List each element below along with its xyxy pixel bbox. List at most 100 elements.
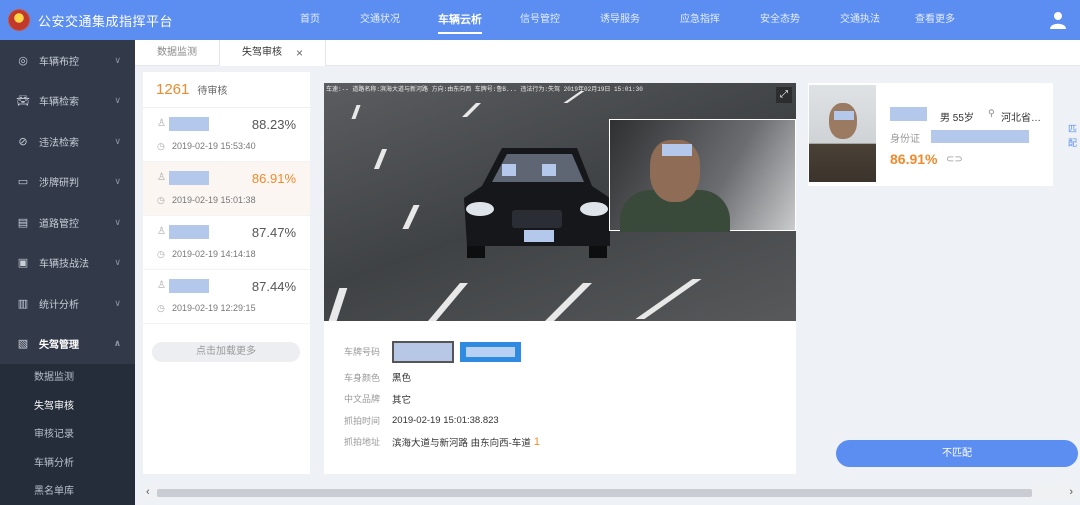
- license-icon: ▧: [17, 338, 29, 351]
- redacted-name: [169, 225, 209, 239]
- expand-icon[interactable]: ⤢: [776, 87, 792, 103]
- submenu-vehicle-analysis[interactable]: 车辆分析: [0, 450, 135, 479]
- color-label: 车身颜色: [344, 372, 381, 383]
- capture-time: 2019-02-19 14:14:18: [172, 249, 256, 259]
- chevron-down-icon: ∨: [114, 297, 121, 308]
- color-value: 黑色: [392, 373, 412, 385]
- sidebar: ◎ 车辆布控 ∨ 🚘︎ 车辆检索 ∨ ⊘ 违法检索 ∨ ▭ 涉牌研判 ∨ ▤ 道…: [0, 40, 135, 505]
- chevron-down-icon: ∨: [114, 257, 121, 268]
- pending-count-number: 1261: [156, 81, 190, 98]
- user-icon[interactable]: [1050, 11, 1066, 29]
- scroll-left-icon[interactable]: ‹: [146, 486, 150, 498]
- sidebar-item-label: 车辆技战法: [39, 259, 89, 271]
- nav-traffic-status[interactable]: 交通状况: [340, 0, 420, 40]
- plate-image: [392, 340, 454, 363]
- submenu-blacklist[interactable]: 黑名单库: [0, 478, 135, 505]
- tab-label: 失驾审核: [242, 47, 282, 58]
- time-label: 抓拍时间: [344, 415, 381, 426]
- sidebar-item-statistics[interactable]: ▥ 统计分析 ∨: [0, 283, 135, 324]
- nav-traffic-enforcement[interactable]: 交通执法: [820, 0, 900, 40]
- review-card[interactable]: ♙ 87.47% ◷ 2019-02-19 14:14:18: [143, 216, 310, 270]
- chevron-down-icon: ∨: [114, 95, 121, 106]
- sidebar-item-vehicle-control[interactable]: ◎ 车辆布控 ∨: [0, 40, 135, 81]
- tab-unlicensed-review[interactable]: 失驾审核 ×: [219, 40, 327, 66]
- clock-icon: ◷: [157, 249, 165, 259]
- sidebar-item-violation-search[interactable]: ⊘ 违法检索 ∨: [0, 121, 135, 162]
- submenu-unlicensed-review[interactable]: 失驾审核: [0, 393, 135, 422]
- capture-detail-panel: 车速:-- 道路名称:滨海大道与新河路 方向:由东向西 车牌号:鲁B... 违法…: [324, 83, 796, 474]
- chevron-down-icon: ∨: [114, 135, 121, 146]
- submenu-review-records[interactable]: 审核记录: [0, 421, 135, 450]
- match-edge-text[interactable]: 匹配: [1068, 122, 1078, 150]
- nav-guidance-service[interactable]: 诱导服务: [580, 0, 660, 40]
- redacted-name: [169, 117, 209, 131]
- time-value: 2019-02-19 15:01:38.823: [392, 414, 499, 426]
- submenu: 数据监测 失驾审核 审核记录 车辆分析 黑名单库: [0, 364, 135, 505]
- sidebar-item-unlicensed-driving[interactable]: ▧ 失驾管理 ∧: [0, 324, 135, 365]
- chevron-down-icon: ∨: [114, 54, 121, 65]
- submenu-data-monitor[interactable]: 数据监测: [0, 364, 135, 393]
- person-icon: ♙: [157, 172, 166, 183]
- clock-icon: ◷: [157, 141, 165, 151]
- sidebar-item-label: 道路管控: [39, 218, 79, 230]
- location-pin-icon: ⚲: [988, 108, 995, 118]
- similarity-score: 86.91%: [251, 171, 296, 186]
- link-icon[interactable]: ⊂⊃: [946, 154, 963, 165]
- lane-number: 1: [533, 435, 540, 448]
- brand-value: 其它: [392, 394, 412, 406]
- review-card-selected[interactable]: ♙ 86.91% ◷ 2019-02-19 15:01:38: [143, 162, 310, 216]
- sidebar-item-label: 涉牌研判: [39, 178, 79, 190]
- person-icon: ♙: [157, 226, 166, 237]
- load-more-button[interactable]: 点击加载更多: [152, 342, 300, 362]
- redacted-name: [890, 107, 927, 121]
- similarity-score: 87.44%: [251, 279, 296, 294]
- review-card[interactable]: ♙ 87.44% ◷ 2019-02-19 12:29:15: [143, 270, 310, 324]
- top-bar: 公安交通集成指挥平台 首页 交通状况 车辆云析 信号管控 诱导服务 应急指挥 安…: [0, 0, 1080, 40]
- person-icon: ♙: [157, 118, 166, 129]
- match-score: 86.91%: [890, 151, 938, 167]
- pending-count-label: 待审核: [197, 86, 228, 97]
- capture-info: 车牌号码 车身颜色 黑色 中文品牌 其它 抓拍时间 2019-02-19 15:…: [344, 340, 540, 453]
- review-card[interactable]: ♙ 88.23% ◷ 2019-02-19 15:53:40: [143, 108, 310, 162]
- similarity-score: 88.23%: [251, 117, 296, 132]
- target-icon: ◎: [18, 54, 28, 67]
- nav-home[interactable]: 首页: [280, 0, 340, 40]
- photo-overlay-text: 车速:-- 道路名称:滨海大道与新河路 方向:由东向西 车牌号:鲁B... 违法…: [326, 86, 643, 93]
- car-icon: 🚘︎: [16, 95, 30, 108]
- tactics-icon: ▣: [17, 257, 29, 270]
- sidebar-item-vehicle-tactics[interactable]: ▣ 车辆技战法 ∨: [0, 243, 135, 284]
- nav-vehicle-cloud[interactable]: 车辆云析: [420, 0, 500, 40]
- chevron-down-icon: ∨: [114, 216, 121, 227]
- chevron-up-icon: ∧: [113, 338, 121, 349]
- nav-safety-situation[interactable]: 安全态势: [740, 0, 820, 40]
- no-match-button[interactable]: 不匹配: [836, 440, 1078, 467]
- redacted-name: [169, 171, 209, 185]
- nav-more[interactable]: 查看更多: [900, 0, 970, 40]
- clock-icon: ◷: [157, 303, 165, 313]
- horizontal-scrollbar[interactable]: ‹ ›: [143, 486, 1078, 499]
- address-value: 滨海大道与新河路 由东向西-车道: [392, 437, 531, 449]
- sidebar-item-plate-analysis[interactable]: ▭ 涉牌研判 ∨: [0, 162, 135, 203]
- scrollbar-thumb[interactable]: [157, 489, 1032, 497]
- sidebar-item-label: 车辆布控: [39, 56, 79, 68]
- nav-emergency-command[interactable]: 应急指挥: [660, 0, 740, 40]
- person-icon: ♙: [157, 280, 166, 291]
- police-badge-logo: [8, 9, 30, 31]
- plate-icon: ▭: [17, 176, 29, 189]
- sidebar-item-label: 车辆检索: [39, 97, 79, 109]
- match-card: 男 55岁 ⚲ 河北省… 身份证 86.91% ⊂⊃: [808, 83, 1053, 186]
- scroll-right-icon[interactable]: ›: [1069, 486, 1073, 498]
- sidebar-item-vehicle-search[interactable]: 🚘︎ 车辆检索 ∨: [0, 81, 135, 122]
- plate-label: 车牌号码: [344, 347, 381, 358]
- close-icon[interactable]: ×: [296, 40, 303, 66]
- tab-data-monitor[interactable]: 数据监测: [135, 40, 219, 66]
- sidebar-item-label: 统计分析: [39, 299, 79, 311]
- capture-time: 2019-02-19 12:29:15: [172, 303, 256, 313]
- ban-icon: ⊘: [18, 135, 28, 148]
- sidebar-item-road-control[interactable]: ▤ 道路管控 ∨: [0, 202, 135, 243]
- capture-time: 2019-02-19 15:53:40: [172, 141, 256, 151]
- capture-photo[interactable]: 车速:-- 道路名称:滨海大道与新河路 方向:由东向西 车牌号:鲁B... 违法…: [324, 83, 796, 321]
- app-title: 公安交通集成指挥平台: [38, 13, 174, 29]
- nav-signal-control[interactable]: 信号管控: [500, 0, 580, 40]
- sidebar-item-label: 失驾管理: [39, 340, 79, 352]
